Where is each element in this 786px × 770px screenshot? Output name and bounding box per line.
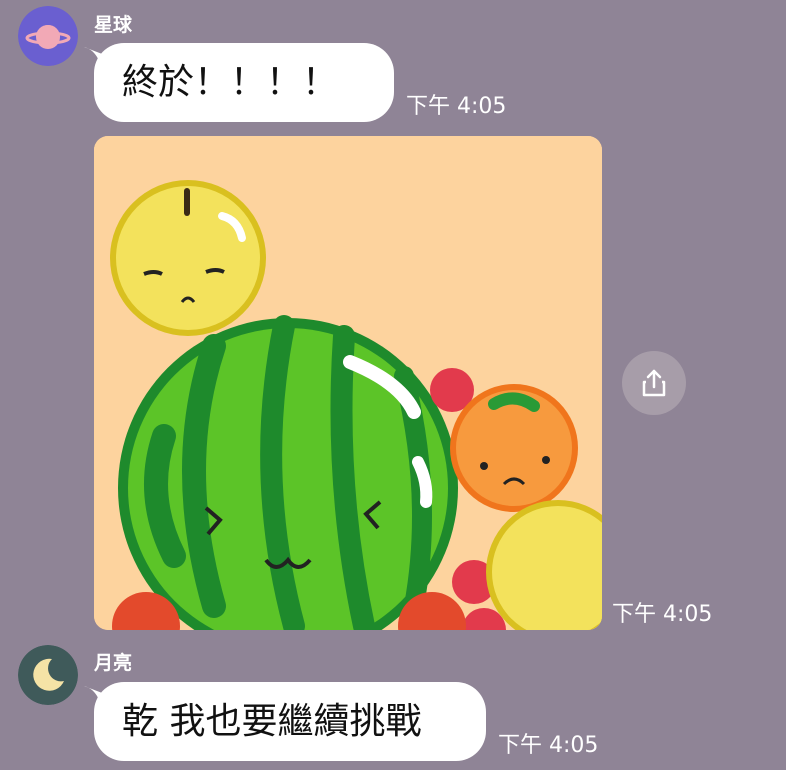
message-image[interactable] [94, 136, 602, 630]
sender-avatar-moon[interactable] [18, 645, 78, 705]
message-time: 下午 4:05 [498, 733, 599, 758]
sender-avatar-planet[interactable] [18, 6, 78, 66]
moon-icon [18, 645, 78, 705]
bubble-tail [84, 686, 110, 708]
message-time: 下午 4:05 [406, 94, 507, 119]
message-time: 下午 4:05 [612, 602, 713, 627]
share-button[interactable] [622, 351, 686, 415]
share-icon [642, 369, 666, 397]
sender-name: 月亮 [94, 652, 133, 674]
message-bubble[interactable]: 乾 我也要繼續挑戰 [84, 682, 486, 761]
planet-icon [18, 6, 78, 66]
bubble-tail [84, 47, 110, 69]
message-bubble[interactable]: 終於！！！！ [84, 43, 394, 122]
suika-game-screenshot [94, 136, 602, 630]
message-text: 乾 我也要繼續挑戰 [122, 700, 422, 742]
sender-name: 星球 [94, 14, 133, 36]
message-text: 終於！！！！ [122, 61, 339, 103]
